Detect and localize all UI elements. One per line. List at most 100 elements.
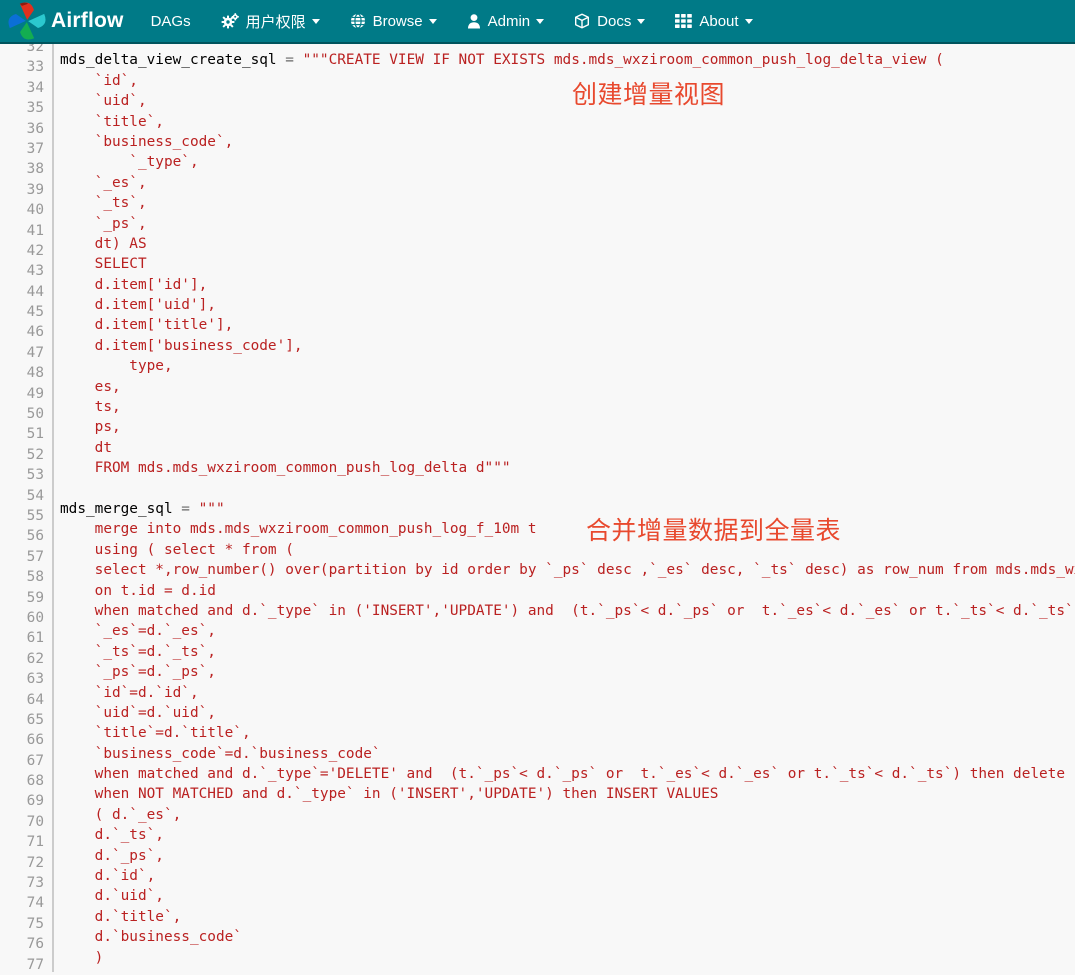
line-number: 46 (0, 322, 44, 342)
line-number: 42 (0, 241, 44, 261)
line-number: 40 (0, 200, 44, 220)
code-line: d.`id`, (60, 866, 1075, 886)
code-line: d.item['id'], (60, 275, 1075, 295)
code-line: ) (60, 948, 1075, 968)
line-number: 67 (0, 751, 44, 771)
globe-icon (350, 13, 366, 29)
code-line: mds_delta_view_create_sql = """CREATE VI… (60, 50, 1075, 70)
user-icon (467, 13, 481, 29)
code-line: on t.id = d.id (60, 581, 1075, 601)
code-line: `_es`, (60, 173, 1075, 193)
code-line: d.item['title'], (60, 315, 1075, 335)
code-line (60, 479, 1075, 499)
code-line: `business_code`, (60, 132, 1075, 152)
code-line: select *,row_number() over(partition by … (60, 560, 1075, 580)
line-number: 57 (0, 547, 44, 567)
code-line: `title`, (60, 112, 1075, 132)
nav-item-admin[interactable]: Admin (452, 0, 560, 42)
line-number: 39 (0, 180, 44, 200)
code-view: 3233343536373839404142434445464748495051… (0, 0, 1075, 972)
brand-link[interactable]: Airflow (0, 2, 124, 40)
code-line: type, (60, 356, 1075, 376)
code-block: mds_delta_view_create_sql = """CREATE VI… (60, 30, 1075, 968)
nav-item-user-permissions[interactable]: 用户权限 (206, 0, 335, 42)
code-line: when matched and d.`_type` in ('INSERT',… (60, 601, 1075, 621)
line-number: 47 (0, 343, 44, 363)
code-line: `id`, (60, 71, 1075, 91)
code-line: d.`_ps`, (60, 846, 1075, 866)
line-number: 62 (0, 649, 44, 669)
code-line: ps, (60, 417, 1075, 437)
nav-item-dags[interactable]: DAGs (136, 0, 206, 42)
line-number: 43 (0, 261, 44, 281)
nav-item-about[interactable]: About (660, 0, 767, 42)
line-number: 69 (0, 791, 44, 811)
code-line: SELECT (60, 254, 1075, 274)
code-line: d.`business_code` (60, 927, 1075, 947)
nav-item-browse[interactable]: Browse (335, 0, 452, 42)
line-number: 45 (0, 302, 44, 322)
code-line: d.`_ts`, (60, 825, 1075, 845)
line-number: 37 (0, 139, 44, 159)
code-line: when matched and d.`_type`='DELETE' and … (60, 764, 1075, 784)
line-number: 38 (0, 159, 44, 179)
code-line: dt (60, 438, 1075, 458)
line-number: 74 (0, 893, 44, 913)
code-line: d.`title`, (60, 907, 1075, 927)
code-line: `_es`=d.`_es`, (60, 621, 1075, 641)
line-number: 71 (0, 832, 44, 852)
caret-down-icon (536, 19, 544, 24)
code-line: `title`=d.`title`, (60, 723, 1075, 743)
nav-item-label: Admin (488, 13, 531, 30)
nav-item-label: Docs (597, 13, 631, 30)
line-number: 64 (0, 690, 44, 710)
code-line: `id`=d.`id`, (60, 683, 1075, 703)
annotation-merge-delta-to-full: 合并增量数据到全量表 (586, 518, 841, 546)
line-number: 70 (0, 812, 44, 832)
line-number: 54 (0, 486, 44, 506)
nav-menu: DAGs (136, 0, 768, 42)
navbar: Airflow DAGs (0, 0, 1075, 44)
line-number: 61 (0, 628, 44, 648)
code-line: mds_merge_sql = """ (60, 499, 1075, 519)
line-number: 75 (0, 914, 44, 934)
caret-down-icon (637, 19, 645, 24)
grid-icon (675, 14, 692, 28)
line-number: 76 (0, 934, 44, 954)
code-line: FROM mds.mds_wxziroom_common_push_log_de… (60, 458, 1075, 478)
code-line: d.item['business_code'], (60, 336, 1075, 356)
airflow-logo (6, 0, 49, 42)
line-number: 51 (0, 424, 44, 444)
gears-icon (221, 13, 239, 29)
code-line: `_ts`=d.`_ts`, (60, 642, 1075, 662)
line-number: 55 (0, 506, 44, 526)
line-number: 65 (0, 710, 44, 730)
nav-item-label: 用户权限 (246, 11, 306, 32)
line-number: 56 (0, 526, 44, 546)
cube-icon (574, 13, 590, 29)
line-number: 53 (0, 465, 44, 485)
code-line: `_ps`, (60, 214, 1075, 234)
line-number: 73 (0, 873, 44, 893)
line-number: 68 (0, 771, 44, 791)
line-number: 36 (0, 119, 44, 139)
line-number: 50 (0, 404, 44, 424)
code-line: `_ps`=d.`_ps`, (60, 662, 1075, 682)
caret-down-icon (745, 19, 753, 24)
line-number: 48 (0, 363, 44, 383)
annotation-create-delta-view: 创建增量视图 (572, 82, 725, 110)
code-line: ts, (60, 397, 1075, 417)
line-number: 33 (0, 57, 44, 77)
code-line: `uid`, (60, 91, 1075, 111)
code-line: ( d.`_es`, (60, 805, 1075, 825)
nav-item-label: Browse (373, 13, 423, 30)
nav-item-label: DAGs (151, 13, 191, 30)
line-number: 35 (0, 98, 44, 118)
code-line: when NOT MATCHED and d.`_type` in ('INSE… (60, 784, 1075, 804)
code-line: d.`uid`, (60, 886, 1075, 906)
line-number: 72 (0, 853, 44, 873)
line-number: 52 (0, 445, 44, 465)
nav-item-docs[interactable]: Docs (559, 0, 660, 42)
line-number-gutter: 3233343536373839404142434445464748495051… (0, 37, 44, 975)
line-number: 49 (0, 384, 44, 404)
